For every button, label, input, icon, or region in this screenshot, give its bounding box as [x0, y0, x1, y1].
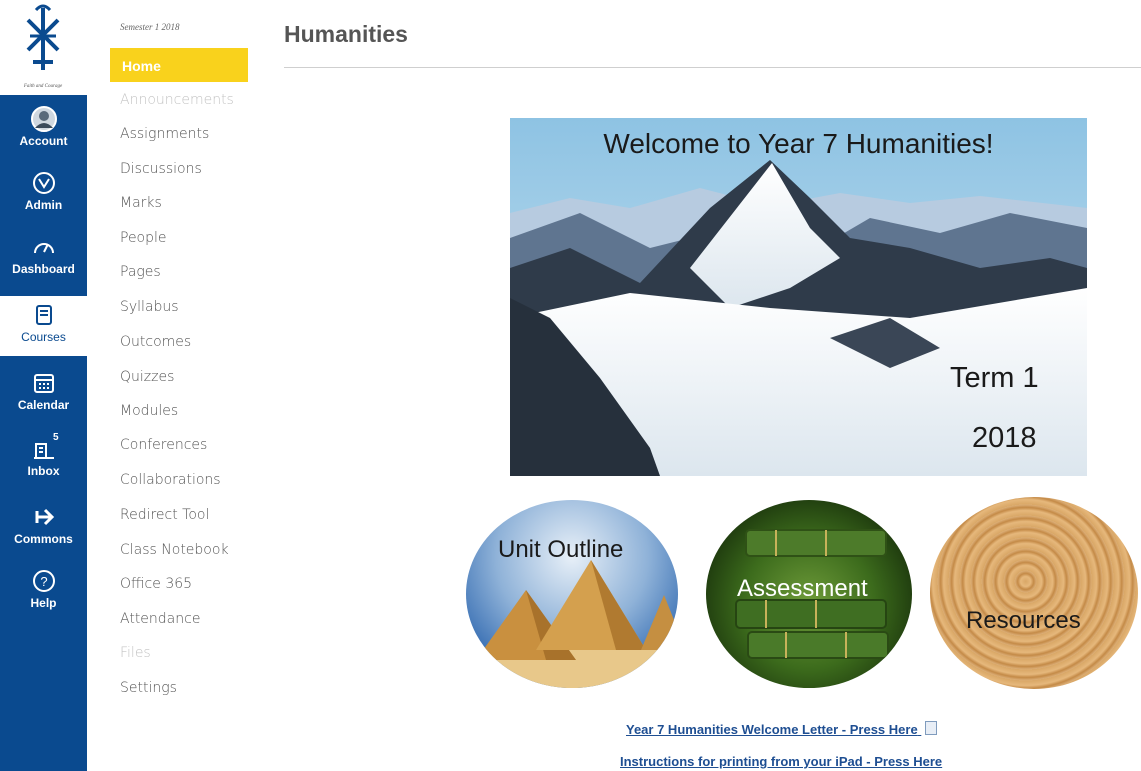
document-icon: [925, 721, 938, 735]
welcome-banner: Welcome to Year 7 Humanities! Term 1 201…: [510, 118, 1087, 476]
nav-admin[interactable]: Admin: [0, 164, 87, 224]
tile-label: Unit Outline: [498, 536, 624, 563]
nav-courses[interactable]: Courses: [0, 296, 87, 356]
nav-inbox[interactable]: 5 Inbox: [0, 430, 87, 490]
nav-dashboard[interactable]: Dashboard: [0, 228, 87, 288]
pyramids-image: [466, 560, 678, 688]
nav-label: Courses: [21, 330, 66, 344]
course-nav-collaborations[interactable]: Collaborations: [120, 472, 221, 488]
course-nav-modules[interactable]: Modules: [120, 403, 178, 419]
crest-icon: Faith and Courage: [23, 4, 63, 89]
course-nav-class-notebook[interactable]: Class Notebook: [120, 542, 229, 558]
nav-label: Calendar: [17, 398, 70, 412]
resources-tile[interactable]: Resources: [930, 497, 1138, 689]
banner-title: Welcome to Year 7 Humanities!: [603, 128, 994, 159]
book-icon: [31, 302, 57, 328]
inbox-badge: 5: [52, 432, 59, 443]
tile-label: Resources: [966, 607, 1081, 634]
nav-label: Commons: [14, 532, 73, 546]
course-nav-pages[interactable]: Pages: [120, 264, 161, 280]
page-title: Humanities: [284, 21, 408, 47]
course-nav-office-365[interactable]: Office 365: [120, 576, 192, 592]
calendar-icon: [31, 370, 57, 396]
nav-account[interactable]: Account: [0, 100, 87, 160]
course-nav-marks[interactable]: Marks: [120, 195, 162, 211]
welcome-letter-link[interactable]: Year 7 Humanities Welcome Letter - Press…: [626, 721, 938, 737]
nav-help[interactable]: ? Help: [0, 562, 87, 622]
course-nav-files[interactable]: Files: [120, 645, 151, 661]
tile-label: Assessment: [737, 575, 868, 602]
inbox-icon: 5: [31, 432, 59, 462]
avatar: [30, 106, 57, 132]
nav-label: Dashboard: [12, 262, 75, 276]
arrow-right-icon: [31, 504, 57, 530]
nav-label: Account: [19, 134, 68, 148]
nav-label: Help: [30, 596, 57, 610]
svg-text:?: ?: [40, 574, 47, 589]
course-nav-settings[interactable]: Settings: [120, 680, 177, 696]
link-text: Year 7 Humanities Welcome Letter - Press…: [626, 722, 918, 737]
course-nav-conferences[interactable]: Conferences: [120, 437, 207, 453]
course-nav-redirect-tool[interactable]: Redirect Tool: [120, 507, 209, 523]
course-nav-announcements[interactable]: Announcements: [120, 92, 234, 108]
course-nav-syllabus[interactable]: Syllabus: [120, 299, 179, 315]
nav-commons[interactable]: Commons: [0, 498, 87, 558]
course-nav-assignments[interactable]: Assignments: [120, 126, 209, 142]
course-nav: Semester 1 2018 Home Announcements Assig…: [110, 0, 260, 771]
global-nav: Faith and Courage Account Admin Dashboar…: [0, 0, 87, 771]
printing-instructions-link[interactable]: Instructions for printing from your iPad…: [620, 754, 942, 769]
shield-icon: [31, 170, 57, 196]
course-nav-discussions[interactable]: Discussions: [120, 161, 202, 177]
banner-year: 2018: [972, 422, 1037, 454]
assessment-tile[interactable]: Assessment: [706, 500, 912, 688]
nav-label: Inbox: [27, 464, 60, 478]
nav-calendar[interactable]: Calendar: [0, 364, 87, 424]
school-logo[interactable]: Faith and Courage: [0, 0, 87, 95]
course-nav-quizzes[interactable]: Quizzes: [120, 369, 174, 385]
course-nav-attendance[interactable]: Attendance: [120, 611, 200, 627]
banner-term: Term 1: [950, 362, 1039, 394]
logo-caption: Faith and Courage: [23, 84, 63, 89]
title-divider: [284, 67, 1141, 68]
unit-outline-tile[interactable]: Unit Outline: [466, 500, 678, 688]
course-nav-outcomes[interactable]: Outcomes: [120, 334, 191, 350]
course-nav-people[interactable]: People: [120, 230, 167, 246]
course-semester: Semester 1 2018: [120, 22, 180, 32]
speedometer-icon: [31, 234, 57, 260]
nav-label: Admin: [24, 198, 63, 212]
help-icon: ?: [31, 568, 57, 594]
course-nav-home[interactable]: Home: [110, 48, 248, 82]
course-nav-label: Home: [122, 58, 161, 74]
